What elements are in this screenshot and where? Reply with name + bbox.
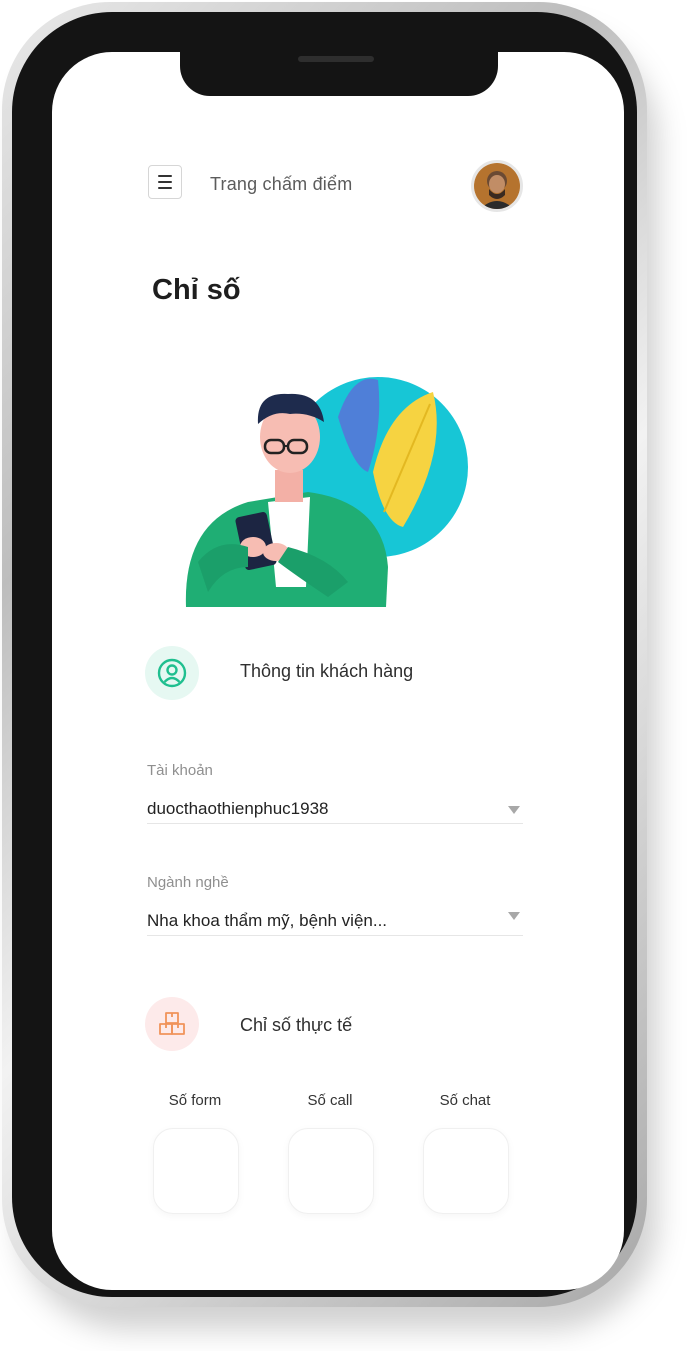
chevron-down-icon[interactable] (508, 806, 520, 814)
metrics-section-label: Chỉ số thực tế (240, 1015, 353, 1035)
phone-frame: Trang chấm điểm Chỉ số Thông tin khách h… (2, 2, 647, 1307)
metrics-icon-badge (145, 997, 199, 1051)
user-avatar[interactable] (471, 160, 523, 212)
speaker-grille (298, 56, 374, 62)
metric-label-chat: Số chat (439, 1092, 491, 1109)
boxes-icon (159, 1012, 185, 1035)
account-select[interactable]: duocthaothienphuc1938 (147, 799, 329, 819)
industry-field-label: Ngành nghề (147, 874, 229, 891)
account-field-underline (147, 823, 523, 824)
menu-button[interactable] (148, 165, 182, 199)
hamburger-menu-icon (158, 175, 172, 177)
industry-field-underline (147, 935, 523, 936)
chevron-down-icon[interactable] (508, 912, 520, 920)
metric-label-form: Số form (168, 1092, 222, 1109)
industry-select[interactable]: Nha khoa thẩm mỹ, bệnh viện... (147, 911, 387, 931)
customer-info-icon-badge (145, 646, 199, 700)
phone-notch (180, 52, 498, 96)
header-title: Trang chấm điểm (210, 174, 353, 194)
avatar-image (474, 163, 520, 209)
metric-call-input[interactable] (288, 1128, 374, 1214)
page-heading: Chỉ số (152, 274, 241, 306)
metric-label-call: Số call (307, 1092, 353, 1109)
phone-body: Trang chấm điểm Chỉ số Thông tin khách h… (12, 12, 637, 1297)
metric-form-input[interactable] (153, 1128, 239, 1214)
user-circle-icon (157, 658, 187, 688)
metric-chat-input[interactable] (423, 1128, 509, 1214)
customer-info-label: Thông tin khách hàng (240, 661, 414, 681)
phone-screen: Trang chấm điểm Chỉ số Thông tin khách h… (52, 52, 624, 1290)
man-with-phone-illustration (178, 352, 468, 617)
account-field-label: Tài khoản (147, 762, 213, 779)
